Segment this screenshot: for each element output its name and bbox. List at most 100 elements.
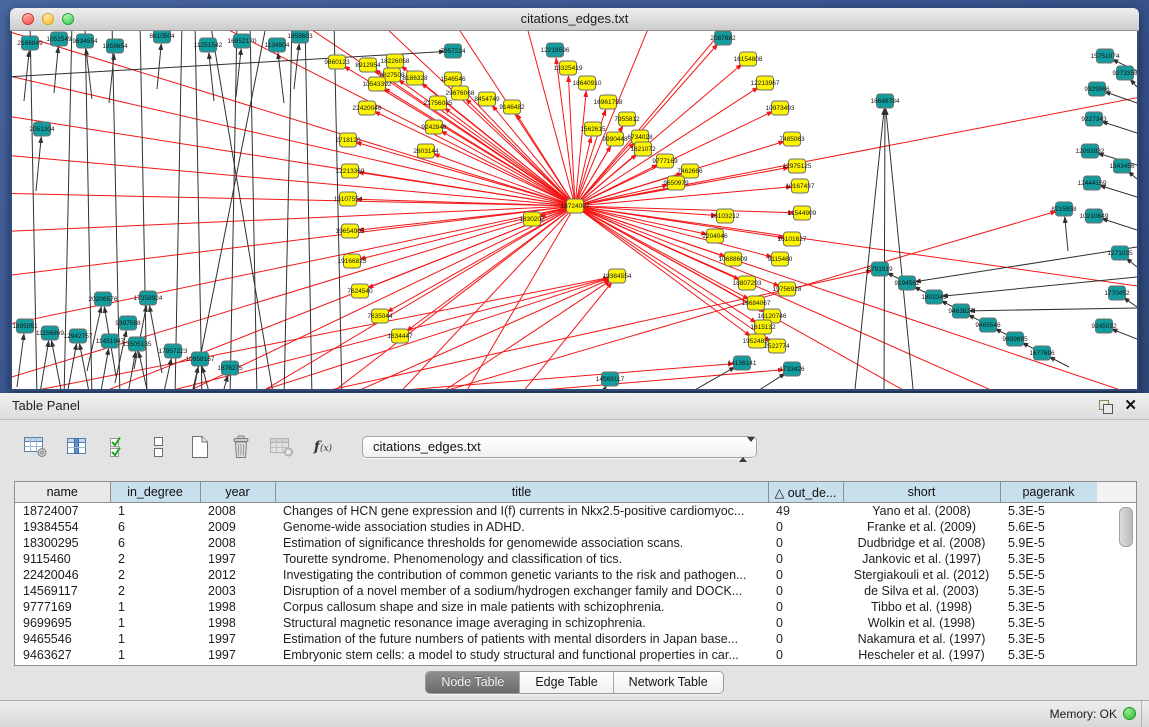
- graph-node[interactable]: 13505135: [123, 337, 152, 351]
- graph-node[interactable]: 10167437: [786, 179, 815, 193]
- minimize-window-button[interactable]: [42, 13, 54, 25]
- graph-node[interactable]: 16648784: [871, 94, 900, 108]
- graph-node[interactable]: 12218596: [541, 43, 570, 57]
- graph-node[interactable]: 8215958: [1051, 202, 1077, 216]
- table-row[interactable]: 946554611997Estimation of the future num…: [15, 631, 1097, 647]
- graph-node[interactable]: 9329966: [1084, 82, 1110, 96]
- table-scrollbar-thumb[interactable]: [1119, 507, 1133, 547]
- graph-node[interactable]: 2051304: [29, 122, 55, 136]
- graph-node[interactable]: 2803144: [413, 144, 439, 158]
- delete-columns-button[interactable]: [227, 435, 255, 459]
- graph-node[interactable]: 16101627: [778, 232, 807, 246]
- graph-node[interactable]: 9634554: [72, 34, 98, 48]
- graph-node[interactable]: 17957223: [159, 344, 188, 358]
- function-builder-button[interactable]: f(x): [309, 435, 337, 459]
- graph-node[interactable]: 12942757: [64, 329, 93, 343]
- table-mode-button[interactable]: [22, 435, 50, 459]
- table-row[interactable]: 1830029562008Estimation of significance …: [15, 535, 1097, 551]
- table-row[interactable]: 2242004622012Investigating the contribut…: [15, 567, 1097, 583]
- graph-node[interactable]: 1546546: [440, 72, 466, 86]
- graph-node[interactable]: 1895051: [12, 319, 38, 333]
- graph-node[interactable]: 14136141: [728, 356, 757, 370]
- column-header[interactable]: short: [843, 482, 1000, 503]
- graph-node[interactable]: 8186328: [402, 71, 428, 85]
- network-graph[interactable]: 1872400798601238912954182260589827508105…: [12, 31, 1137, 389]
- select-all-rows-button[interactable]: [104, 435, 132, 459]
- graph-node[interactable]: 1634447: [387, 329, 413, 343]
- graph-node[interactable]: 1733426: [779, 362, 805, 376]
- graph-node[interactable]: 11451947: [96, 334, 125, 348]
- close-window-button[interactable]: [22, 13, 34, 25]
- table-row[interactable]: 969969511998Structural magnetic resonanc…: [15, 615, 1097, 631]
- graph-node[interactable]: 2087682: [710, 31, 736, 45]
- network-canvas[interactable]: 1872400798601238912954182260589827508105…: [12, 31, 1137, 389]
- tab-edge-table[interactable]: Edge Table: [519, 672, 612, 693]
- graph-node[interactable]: 9777169: [652, 154, 678, 168]
- graph-node[interactable]: 1562615: [580, 122, 606, 136]
- column-header[interactable]: name: [15, 482, 110, 503]
- graph-node[interactable]: 11156869: [36, 326, 64, 340]
- graph-node[interactable]: 1858603: [287, 31, 313, 43]
- create-new-column-button[interactable]: [186, 435, 214, 459]
- table-row[interactable]: 1938455462009Genome-wide association stu…: [15, 519, 1097, 535]
- table-row[interactable]: 911546021997Tourette syndrome. Phenomeno…: [15, 551, 1097, 567]
- graph-node[interactable]: 1343456: [1109, 159, 1135, 173]
- graph-node[interactable]: 18640910: [573, 76, 602, 90]
- graph-node[interactable]: 11251542: [194, 38, 223, 52]
- graph-node[interactable]: 9115460: [768, 252, 793, 266]
- column-header[interactable]: pagerank: [1000, 482, 1097, 503]
- close-panel-icon[interactable]: ✕: [1124, 393, 1137, 419]
- graph-node[interactable]: 9146482: [499, 100, 525, 114]
- graph-node[interactable]: 18226058: [381, 54, 410, 68]
- graph-node[interactable]: 16961758: [594, 95, 623, 109]
- graph-node[interactable]: 9245032: [1091, 319, 1117, 333]
- graph-node[interactable]: 8610504: [149, 31, 175, 43]
- graph-node[interactable]: 2166849: [17, 36, 43, 50]
- graph-node[interactable]: 1134904: [265, 38, 290, 52]
- column-header[interactable]: in_degree: [110, 482, 200, 503]
- graph-node[interactable]: 16952170: [228, 34, 257, 48]
- graph-node[interactable]: 9227343: [1081, 112, 1107, 126]
- graph-node[interactable]: 8454749: [474, 92, 500, 106]
- column-header[interactable]: title: [275, 482, 768, 503]
- graph-node[interactable]: 20206576: [89, 292, 118, 306]
- graph-node[interactable]: 16154808: [734, 52, 763, 66]
- graph-node[interactable]: 8912954: [355, 58, 381, 72]
- graph-node[interactable]: 9397588: [115, 316, 141, 330]
- column-header[interactable]: year: [200, 482, 275, 503]
- graph-node[interactable]: 9273358: [1112, 66, 1137, 80]
- unselect-all-rows-button[interactable]: [145, 435, 173, 459]
- graph-node[interactable]: 1858654: [102, 39, 128, 53]
- graph-node[interactable]: 1051549: [46, 32, 72, 46]
- show-columns-button[interactable]: [63, 435, 91, 459]
- graph-node[interactable]: 19166825: [338, 254, 367, 268]
- graph-node[interactable]: 7955812: [614, 112, 640, 126]
- graph-node[interactable]: 12213967: [751, 76, 780, 90]
- delete-table-button[interactable]: [268, 435, 296, 459]
- graph-node[interactable]: 2204046: [702, 229, 728, 243]
- graph-node[interactable]: 7624540: [347, 284, 373, 298]
- graph-node[interactable]: 10958167: [186, 352, 215, 366]
- table-row[interactable]: 977716911998Corpus callosum shape and si…: [15, 599, 1097, 615]
- graph-node[interactable]: 7485063: [779, 132, 805, 146]
- graph-node[interactable]: 12444159: [1078, 176, 1107, 190]
- graph-node[interactable]: 1770452: [1104, 286, 1130, 300]
- graph-node[interactable]: 12093832: [1076, 144, 1105, 158]
- float-panel-icon[interactable]: [1099, 400, 1113, 413]
- table-row[interactable]: 1456911722003Disruption of a novel membe…: [15, 583, 1097, 599]
- graph-node[interactable]: 7957224: [440, 44, 466, 58]
- graph-node[interactable]: 19756928: [773, 282, 802, 296]
- graph-node[interactable]: 19654905: [336, 224, 365, 238]
- memory-status-indicator[interactable]: [1123, 707, 1136, 720]
- graph-node[interactable]: 2522774: [764, 339, 790, 353]
- graph-node[interactable]: 2718120: [335, 133, 361, 147]
- graph-node[interactable]: 9990448: [602, 132, 628, 146]
- zoom-window-button[interactable]: [62, 13, 74, 25]
- network-window-titlebar[interactable]: citations_edges.txt: [10, 8, 1139, 31]
- graph-node[interactable]: 10210649: [1080, 209, 1109, 223]
- table-row[interactable]: 1872400712008Changes of HCN gene express…: [15, 503, 1097, 520]
- graph-node[interactable]: 12213369: [336, 164, 365, 178]
- graph-node[interactable]: 11544909: [788, 206, 817, 220]
- graph-node[interactable]: 1621072: [630, 142, 656, 156]
- tab-network-table[interactable]: Network Table: [613, 672, 723, 693]
